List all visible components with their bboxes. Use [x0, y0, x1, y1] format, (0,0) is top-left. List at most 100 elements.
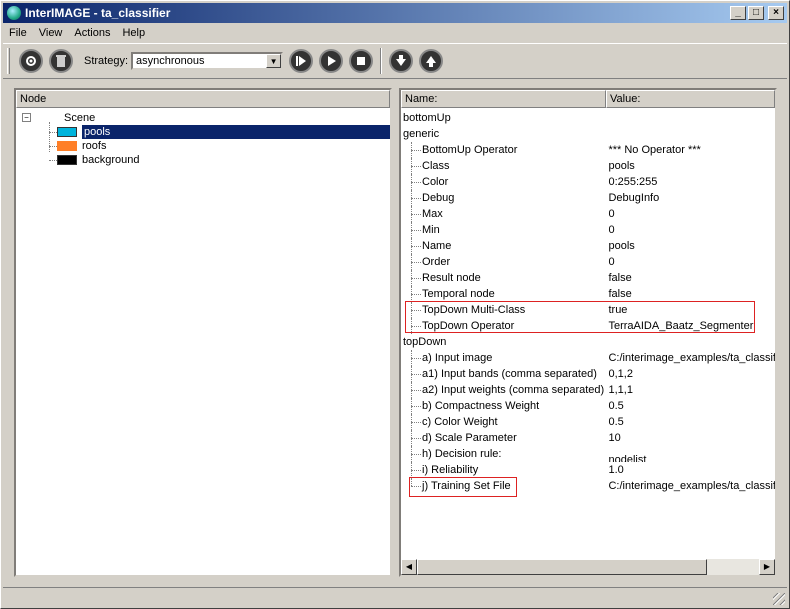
tree-node-label: roofs — [82, 140, 107, 152]
property-value[interactable]: 0,1,2 — [605, 368, 775, 380]
property-value[interactable]: 0 — [605, 224, 775, 236]
menu-file[interactable]: File — [3, 27, 33, 39]
chevron-down-icon[interactable]: ▼ — [266, 54, 282, 68]
property-value[interactable]: 10 — [605, 432, 775, 444]
property-name: Max — [422, 208, 443, 220]
property-row[interactable]: b) Compactness Weight 0.5 — [401, 398, 775, 414]
section-topdown[interactable]: topDown — [401, 334, 775, 350]
tree-connector — [49, 146, 57, 147]
properties-header: Name: Value: — [401, 90, 775, 108]
tree-connector — [411, 486, 421, 487]
property-value[interactable]: *** No Operator *** — [605, 144, 775, 156]
property-row[interactable]: a2) Input weights (comma separated) 1,1,1 — [401, 382, 775, 398]
menu-view[interactable]: View — [33, 27, 69, 39]
property-value[interactable]: false — [605, 288, 775, 300]
property-row[interactable]: Result node false — [401, 270, 775, 286]
property-value[interactable]: DebugInfo — [605, 192, 775, 204]
toolbar-grip[interactable] — [7, 48, 10, 74]
property-row[interactable]: Temporal node false — [401, 286, 775, 302]
property-name: d) Scale Parameter — [422, 432, 517, 444]
resize-grip-icon[interactable] — [773, 593, 785, 605]
property-name: a1) Input bands (comma separated) — [422, 368, 597, 380]
name-column-header[interactable]: Name: — [401, 90, 606, 108]
property-name: TopDown Operator — [422, 320, 515, 332]
property-value[interactable]: true — [605, 304, 775, 316]
node-column-header[interactable]: Node — [16, 90, 390, 108]
strategy-dropdown[interactable]: asynchronous ▼ — [131, 52, 284, 70]
property-row[interactable]: Min 0 — [401, 222, 775, 238]
property-name: Debug — [422, 192, 455, 204]
property-row[interactable]: c) Color Weight 0.5 — [401, 414, 775, 430]
property-row[interactable]: Color 0:255:255 — [401, 174, 775, 190]
scroll-right-icon[interactable]: ▶ — [759, 559, 775, 575]
property-row[interactable]: Name pools — [401, 238, 775, 254]
settings-icon[interactable] — [19, 49, 43, 73]
property-value[interactable]: 0.5 — [605, 416, 775, 428]
property-value[interactable]: pools — [605, 240, 775, 252]
property-value[interactable]: false — [605, 272, 775, 284]
step-icon[interactable] — [289, 49, 314, 73]
section-label: topDown — [403, 336, 447, 348]
toolbar: Strategy: asynchronous ▼ — [3, 43, 787, 79]
section-generic[interactable]: generic — [401, 126, 775, 142]
property-value[interactable]: C:/interimage_examples/ta_classifier — [605, 480, 775, 492]
tree-root-scene[interactable]: − Scene — [16, 111, 390, 125]
horizontal-scrollbar[interactable]: ◀ ▶ — [401, 559, 775, 575]
property-row[interactable]: j) Training Set File C:/interimage_exampl… — [401, 478, 775, 494]
property-row[interactable]: Class pools — [401, 158, 775, 174]
collapse-icon[interactable]: − — [22, 113, 31, 122]
scroll-left-icon[interactable]: ◀ — [401, 559, 417, 575]
trash-icon[interactable] — [49, 49, 73, 73]
close-button[interactable]: × — [768, 6, 784, 20]
property-row[interactable]: h) Decision rule: nodelist — [401, 446, 775, 462]
tree-node-background[interactable]: background — [16, 153, 390, 167]
property-row[interactable]: BottomUp Operator *** No Operator *** — [401, 142, 775, 158]
property-value[interactable]: 0 — [605, 256, 775, 268]
property-value[interactable]: C:/interimage_examples/ta_classifier — [605, 352, 775, 364]
tree-node-pools[interactable]: pools — [16, 125, 390, 139]
tree-node-label: pools — [82, 125, 390, 139]
tree-connector — [411, 374, 421, 375]
tree-connector — [411, 150, 421, 151]
property-row[interactable]: TopDown Multi-Class true — [401, 302, 775, 318]
stop-icon[interactable] — [349, 49, 374, 73]
property-name: b) Compactness Weight — [422, 400, 540, 412]
property-value[interactable]: nodelist — [605, 452, 775, 462]
property-row[interactable]: a1) Input bands (comma separated) 0,1,2 — [401, 366, 775, 382]
tree-connector — [411, 278, 421, 279]
property-value[interactable]: TerraAIDA_Baatz_Segmenter — [605, 320, 775, 332]
property-value[interactable]: pools — [605, 160, 775, 172]
property-name: h) Decision rule: — [422, 448, 502, 460]
property-row[interactable]: TopDown Operator TerraAIDA_Baatz_Segmente… — [401, 318, 775, 334]
play-icon[interactable] — [319, 49, 344, 73]
tree-node-roofs[interactable]: roofs — [16, 139, 390, 153]
property-value[interactable]: 1.0 — [605, 464, 775, 476]
property-row[interactable]: d) Scale Parameter 10 — [401, 430, 775, 446]
tree-connector — [49, 132, 57, 133]
property-row[interactable]: i) Reliability 1.0 — [401, 462, 775, 478]
scroll-track[interactable] — [417, 559, 759, 575]
menu-bar: File View Actions Help — [3, 24, 787, 42]
property-value[interactable]: 1,1,1 — [605, 384, 775, 396]
menu-actions[interactable]: Actions — [68, 27, 116, 39]
tree-connector — [411, 438, 421, 439]
color-swatch — [57, 155, 77, 165]
menu-help[interactable]: Help — [116, 27, 151, 39]
value-column-header[interactable]: Value: — [606, 90, 775, 108]
minimize-button[interactable]: _ — [730, 6, 746, 20]
property-row[interactable]: Max 0 — [401, 206, 775, 222]
status-bar — [3, 587, 787, 607]
property-value[interactable]: 0.5 — [605, 400, 775, 412]
property-row[interactable]: a) Input image C:/interimage_examples/ta_… — [401, 350, 775, 366]
upload-icon[interactable] — [419, 49, 444, 73]
property-value[interactable]: 0 — [605, 208, 775, 220]
scroll-thumb[interactable] — [417, 559, 707, 575]
color-swatch — [57, 141, 77, 151]
section-bottomup[interactable]: bottomUp — [401, 110, 775, 126]
title-bar[interactable]: InterIMAGE - ta_classifier _ □ × — [3, 3, 787, 23]
download-icon[interactable] — [389, 49, 414, 73]
property-row[interactable]: Debug DebugInfo — [401, 190, 775, 206]
maximize-button[interactable]: □ — [748, 6, 764, 20]
property-value[interactable]: 0:255:255 — [605, 176, 775, 188]
property-row[interactable]: Order 0 — [401, 254, 775, 270]
